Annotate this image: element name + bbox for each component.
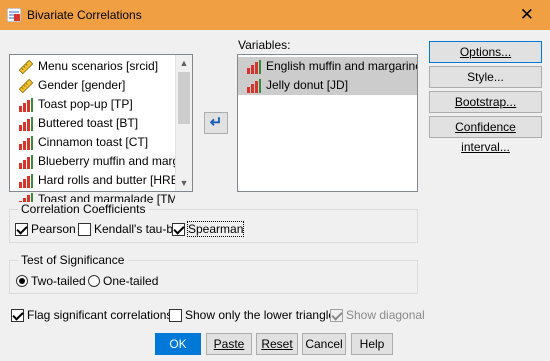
- spearman-label: Spearman: [186, 221, 245, 237]
- list-item-label: Cinnamon toast [CT]: [38, 135, 149, 149]
- list-item-label: Toast pop-up [TP]: [38, 97, 133, 111]
- list-item-label: Buttered toast [BT]: [38, 116, 139, 130]
- list-item[interactable]: Gender [gender]: [10, 76, 175, 95]
- list-item[interactable]: Jelly donut [JD]: [238, 76, 417, 95]
- cancel-button[interactable]: Cancel: [302, 333, 346, 355]
- list-item[interactable]: Menu scenarios [srcid]: [10, 57, 175, 76]
- ruler-string-icon: [18, 78, 34, 94]
- flag-significant-checkbox-box[interactable]: [11, 308, 24, 322]
- pearson-checkbox-box[interactable]: [15, 222, 28, 236]
- list-item[interactable]: Toast pop-up [TP]: [10, 95, 175, 114]
- list-item-label: Hard rolls and butter [HRB]: [38, 173, 175, 187]
- source-variable-list[interactable]: Menu scenarios [srcid] Gender [gender] Toa…: [9, 54, 193, 207]
- test-of-significance-title: Test of Significance: [18, 253, 128, 267]
- list-item[interactable]: Hard rolls and butter [HRB]: [10, 171, 175, 190]
- confidence-interval-button[interactable]: Confidence interval...: [429, 116, 542, 154]
- kendall-checkbox-box[interactable]: [78, 222, 91, 236]
- target-variable-list[interactable]: English muffin and margarine... Jelly don…: [237, 54, 418, 192]
- target-list-rows: English muffin and margarine... Jelly don…: [238, 57, 417, 95]
- ok-button[interactable]: OK: [155, 333, 201, 355]
- bar-scale-icon: [18, 173, 34, 189]
- scroll-down-icon[interactable]: ▼: [176, 175, 192, 191]
- bar-scale-icon: [18, 116, 34, 132]
- move-arrow-icon: ↵: [209, 114, 223, 131]
- help-button[interactable]: Help: [351, 333, 393, 355]
- flag-significant-checkbox[interactable]: Flag significant correlations: [11, 308, 172, 322]
- list-item-label: Menu scenarios [srcid]: [38, 59, 159, 73]
- two-tailed-label: Two-tailed: [31, 274, 86, 288]
- list-item[interactable]: Cinnamon toast [CT]: [10, 133, 175, 152]
- bar-scale-icon: [18, 154, 34, 170]
- close-icon[interactable]: ✕: [520, 6, 534, 23]
- lower-triangle-checkbox-box[interactable]: [169, 308, 182, 322]
- one-tailed-radio[interactable]: One-tailed: [88, 274, 158, 288]
- list-item[interactable]: Blueberry muffin and marg...: [10, 152, 175, 171]
- list-item-label: English muffin and margarine...: [266, 59, 417, 73]
- spearman-checkbox[interactable]: Spearman: [172, 221, 245, 237]
- show-diagonal-checkbox-box[interactable]: [330, 308, 343, 322]
- two-tailed-radio[interactable]: Two-tailed: [16, 274, 86, 288]
- lower-triangle-checkbox[interactable]: Show only the lower triangle: [169, 308, 335, 322]
- list-item[interactable]: English muffin and margarine...: [238, 57, 417, 76]
- title-bar: Bivariate Correlations ✕: [0, 0, 550, 30]
- list-item-label: Blueberry muffin and marg...: [38, 154, 175, 168]
- spss-app-icon: [6, 7, 22, 23]
- window-title: Bivariate Correlations: [27, 8, 142, 22]
- variables-label: Variables:: [238, 38, 291, 52]
- list-item-label: Gender [gender]: [38, 78, 126, 92]
- bar-scale-icon: [246, 59, 262, 75]
- reset-button[interactable]: Reset: [256, 333, 298, 355]
- one-tailed-label: One-tailed: [103, 274, 159, 288]
- bar-scale-icon: [18, 135, 34, 151]
- move-to-variables-button[interactable]: ↵: [204, 112, 228, 134]
- show-diagonal-label: Show diagonal: [346, 308, 425, 322]
- bar-scale-icon: [18, 97, 34, 113]
- pearson-checkbox[interactable]: Pearson: [15, 222, 76, 236]
- show-diagonal-checkbox[interactable]: Show diagonal: [330, 308, 425, 322]
- bar-scale-icon: [246, 78, 262, 94]
- two-tailed-radio-button[interactable]: [16, 275, 28, 287]
- list-item-label: Jelly donut [JD]: [266, 78, 349, 92]
- kendall-label: Kendall's tau-b: [94, 222, 174, 236]
- kendall-checkbox[interactable]: Kendall's tau-b: [78, 222, 173, 236]
- paste-button[interactable]: Paste: [206, 333, 252, 355]
- scroll-up-icon[interactable]: ▲: [176, 55, 192, 71]
- style-button[interactable]: Style...: [429, 66, 542, 88]
- ruler-string-icon: [18, 59, 34, 75]
- bootstrap-button[interactable]: Bootstrap...: [429, 91, 542, 113]
- source-list-rows: Menu scenarios [srcid] Gender [gender] Toa…: [10, 57, 175, 209]
- correlation-coefficients-title: Correlation Coefficients: [18, 202, 149, 216]
- source-list-scrollbar[interactable]: ▲ ▼: [175, 55, 192, 191]
- scrollbar-thumb[interactable]: [178, 72, 190, 124]
- list-item[interactable]: Buttered toast [BT]: [10, 114, 175, 133]
- flag-significant-label: Flag significant correlations: [27, 308, 173, 322]
- pearson-label: Pearson: [31, 222, 76, 236]
- spearman-checkbox-box[interactable]: [172, 222, 185, 236]
- one-tailed-radio-button[interactable]: [88, 275, 100, 287]
- options-button[interactable]: Options...: [429, 41, 542, 63]
- lower-triangle-label: Show only the lower triangle: [185, 308, 336, 322]
